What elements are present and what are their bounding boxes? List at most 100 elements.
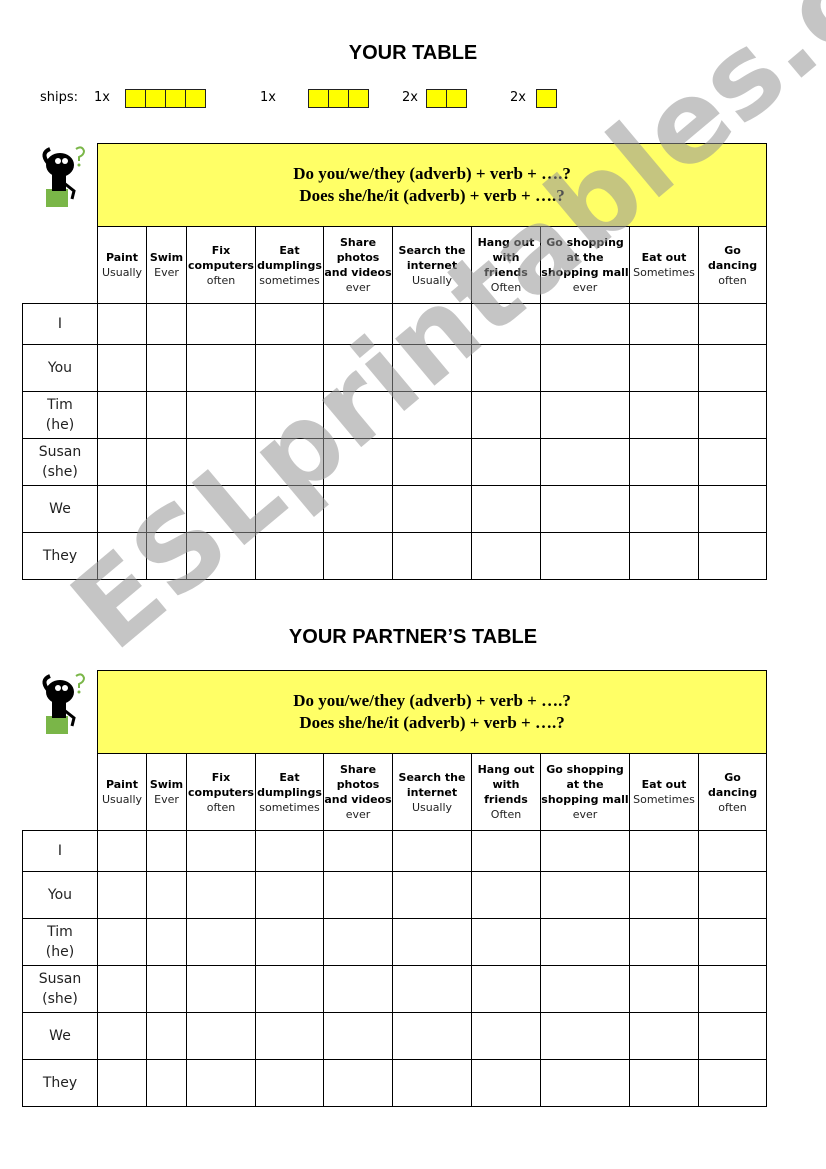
answer-cell[interactable] xyxy=(186,830,256,872)
answer-cell[interactable] xyxy=(392,438,472,486)
answer-cell[interactable] xyxy=(697,438,768,486)
answer-cell[interactable] xyxy=(255,532,324,580)
answer-cell[interactable] xyxy=(540,485,630,533)
answer-cell[interactable] xyxy=(471,485,541,533)
answer-cell[interactable] xyxy=(471,1059,541,1107)
answer-cell[interactable] xyxy=(323,965,393,1013)
answer-cell[interactable] xyxy=(697,918,768,966)
answer-cell[interactable] xyxy=(629,830,699,872)
answer-cell[interactable] xyxy=(471,965,541,1013)
answer-cell[interactable] xyxy=(540,918,630,966)
answer-cell[interactable] xyxy=(97,344,147,392)
answer-cell[interactable] xyxy=(629,965,699,1013)
answer-cell[interactable] xyxy=(255,344,324,392)
answer-cell[interactable] xyxy=(697,391,768,439)
answer-cell[interactable] xyxy=(629,918,699,966)
answer-cell[interactable] xyxy=(697,344,768,392)
answer-cell[interactable] xyxy=(186,918,256,966)
answer-cell[interactable] xyxy=(323,871,393,919)
answer-cell[interactable] xyxy=(540,1059,630,1107)
answer-cell[interactable] xyxy=(255,1059,324,1107)
answer-cell[interactable] xyxy=(186,871,256,919)
answer-cell[interactable] xyxy=(97,1059,147,1107)
answer-cell[interactable] xyxy=(540,1012,630,1060)
answer-cell[interactable] xyxy=(392,918,472,966)
answer-cell[interactable] xyxy=(255,871,324,919)
answer-cell[interactable] xyxy=(629,1059,699,1107)
answer-cell[interactable] xyxy=(323,303,393,345)
answer-cell[interactable] xyxy=(146,532,187,580)
answer-cell[interactable] xyxy=(186,303,256,345)
answer-cell[interactable] xyxy=(255,830,324,872)
answer-cell[interactable] xyxy=(697,532,768,580)
answer-cell[interactable] xyxy=(323,391,393,439)
answer-cell[interactable] xyxy=(146,830,187,872)
answer-cell[interactable] xyxy=(186,485,256,533)
answer-cell[interactable] xyxy=(97,918,147,966)
answer-cell[interactable] xyxy=(146,391,187,439)
answer-cell[interactable] xyxy=(323,485,393,533)
answer-cell[interactable] xyxy=(323,532,393,580)
answer-cell[interactable] xyxy=(186,391,256,439)
answer-cell[interactable] xyxy=(323,918,393,966)
answer-cell[interactable] xyxy=(540,303,630,345)
answer-cell[interactable] xyxy=(392,1059,472,1107)
answer-cell[interactable] xyxy=(697,871,768,919)
answer-cell[interactable] xyxy=(540,391,630,439)
answer-cell[interactable] xyxy=(97,532,147,580)
answer-cell[interactable] xyxy=(540,830,630,872)
answer-cell[interactable] xyxy=(255,1012,324,1060)
answer-cell[interactable] xyxy=(540,344,630,392)
answer-cell[interactable] xyxy=(97,391,147,439)
answer-cell[interactable] xyxy=(392,303,472,345)
answer-cell[interactable] xyxy=(471,918,541,966)
answer-cell[interactable] xyxy=(146,344,187,392)
answer-cell[interactable] xyxy=(629,391,699,439)
answer-cell[interactable] xyxy=(186,965,256,1013)
answer-cell[interactable] xyxy=(323,1012,393,1060)
answer-cell[interactable] xyxy=(186,1012,256,1060)
answer-cell[interactable] xyxy=(629,303,699,345)
answer-cell[interactable] xyxy=(629,1012,699,1060)
answer-cell[interactable] xyxy=(323,344,393,392)
answer-cell[interactable] xyxy=(323,830,393,872)
answer-cell[interactable] xyxy=(255,965,324,1013)
answer-cell[interactable] xyxy=(471,303,541,345)
answer-cell[interactable] xyxy=(146,1012,187,1060)
answer-cell[interactable] xyxy=(255,485,324,533)
answer-cell[interactable] xyxy=(323,438,393,486)
answer-cell[interactable] xyxy=(392,965,472,1013)
answer-cell[interactable] xyxy=(392,391,472,439)
answer-cell[interactable] xyxy=(255,303,324,345)
answer-cell[interactable] xyxy=(697,830,768,872)
answer-cell[interactable] xyxy=(392,830,472,872)
answer-cell[interactable] xyxy=(540,965,630,1013)
answer-cell[interactable] xyxy=(323,1059,393,1107)
answer-cell[interactable] xyxy=(697,485,768,533)
answer-cell[interactable] xyxy=(697,1059,768,1107)
answer-cell[interactable] xyxy=(97,438,147,486)
answer-cell[interactable] xyxy=(146,918,187,966)
answer-cell[interactable] xyxy=(146,871,187,919)
answer-cell[interactable] xyxy=(629,871,699,919)
answer-cell[interactable] xyxy=(255,391,324,439)
answer-cell[interactable] xyxy=(471,438,541,486)
answer-cell[interactable] xyxy=(471,344,541,392)
answer-cell[interactable] xyxy=(392,1012,472,1060)
answer-cell[interactable] xyxy=(629,532,699,580)
answer-cell[interactable] xyxy=(146,485,187,533)
answer-cell[interactable] xyxy=(186,1059,256,1107)
answer-cell[interactable] xyxy=(97,1012,147,1060)
answer-cell[interactable] xyxy=(392,344,472,392)
answer-cell[interactable] xyxy=(97,303,147,345)
answer-cell[interactable] xyxy=(392,871,472,919)
answer-cell[interactable] xyxy=(97,965,147,1013)
answer-cell[interactable] xyxy=(697,303,768,345)
answer-cell[interactable] xyxy=(146,1059,187,1107)
answer-cell[interactable] xyxy=(146,303,187,345)
answer-cell[interactable] xyxy=(97,871,147,919)
answer-cell[interactable] xyxy=(629,485,699,533)
answer-cell[interactable] xyxy=(471,532,541,580)
answer-cell[interactable] xyxy=(186,438,256,486)
answer-cell[interactable] xyxy=(629,344,699,392)
